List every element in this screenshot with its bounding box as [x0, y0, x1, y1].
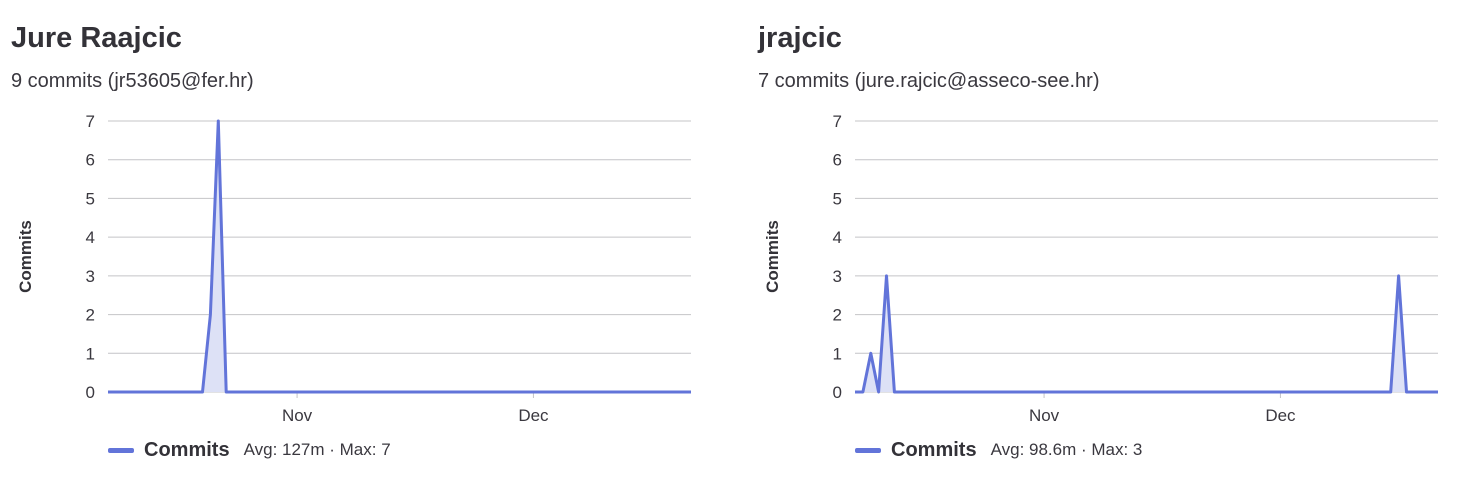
y-tick-label: 0 [833, 383, 842, 402]
x-tick-label: Dec [1265, 406, 1296, 425]
author-commit-summary: 9 commits (jr53605@fer.hr) [11, 70, 254, 92]
y-tick-label: 7 [833, 112, 842, 131]
y-tick-label: 6 [833, 151, 842, 170]
y-tick-label: 5 [833, 189, 842, 208]
series-line[interactable] [108, 119, 691, 394]
x-tick-label: Nov [282, 406, 313, 425]
commits-chart-1[interactable]: 0 1 2 3 4 5 6 7 Commits Nov Dec [0, 100, 720, 440]
series-area [855, 275, 1438, 392]
x-tick-label: Dec [518, 406, 549, 425]
y-tick-label: 3 [86, 267, 95, 286]
series-area [108, 121, 691, 392]
series-line[interactable] [855, 274, 1438, 394]
y-tick-label: 5 [86, 189, 95, 208]
legend-stats: Avg: 98.6m · Max: 3 [990, 440, 1143, 459]
author-panel-1: Jure Raajcic 9 commits (jr53605@fer.hr) … [0, 0, 733, 482]
y-axis-label: Commits [16, 220, 35, 293]
y-tick-label: 1 [86, 344, 95, 363]
y-tick-label: 2 [833, 306, 842, 325]
y-tick-label: 3 [833, 267, 842, 286]
y-tick-label: 7 [86, 112, 95, 131]
chart-panels: Jure Raajcic 9 commits (jr53605@fer.hr) … [0, 0, 1480, 482]
y-tick-label: 4 [86, 228, 95, 247]
author-commit-summary: 7 commits (jure.rajcic@asseco-see.hr) [758, 70, 1100, 92]
y-tick-label: 4 [833, 228, 842, 247]
legend-swatch [855, 447, 881, 453]
author-panel-2: jrajcic 7 commits (jure.rajcic@asseco-se… [747, 0, 1480, 482]
author-name: jrajcic [758, 22, 842, 54]
x-tick-label: Nov [1029, 406, 1060, 425]
y-tick-label: 1 [833, 344, 842, 363]
y-tick-label: 6 [86, 151, 95, 170]
y-axis-label: Commits [763, 220, 782, 293]
chart-legend[interactable]: Commits Avg: 127m · Max: 7 [108, 436, 391, 464]
chart-legend[interactable]: Commits Avg: 98.6m · Max: 3 [855, 436, 1142, 464]
legend-label: Commits [891, 438, 977, 461]
legend-label: Commits [144, 438, 230, 461]
author-name: Jure Raajcic [11, 22, 182, 54]
y-tick-label: 2 [86, 306, 95, 325]
commits-chart-2[interactable]: 0 1 2 3 4 5 6 7 Commits Nov Dec [747, 100, 1467, 440]
legend-stats: Avg: 127m · Max: 7 [243, 440, 391, 459]
legend-swatch [108, 447, 134, 453]
y-tick-label: 0 [86, 383, 95, 402]
